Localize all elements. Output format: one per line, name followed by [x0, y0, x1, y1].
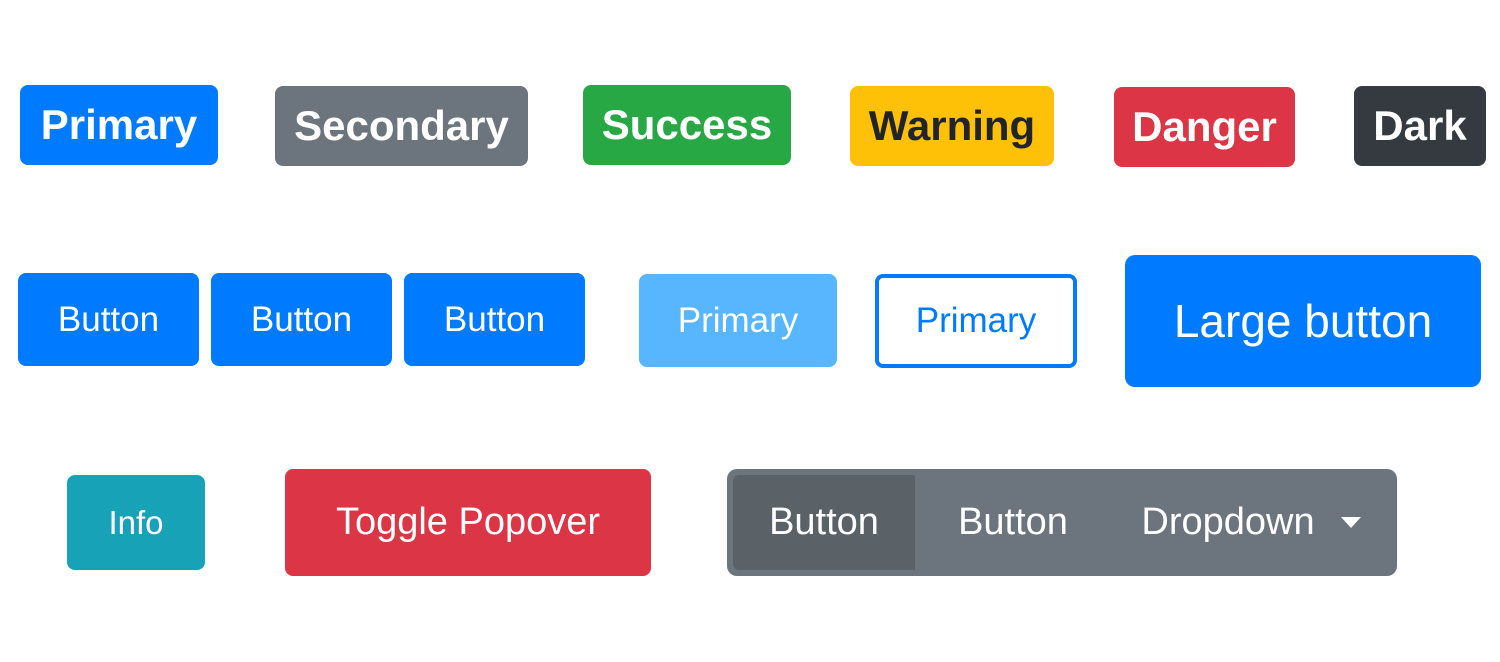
group-button-2[interactable]: Button	[915, 475, 1111, 570]
dropdown-label: Dropdown	[1141, 501, 1315, 543]
button-3[interactable]: Button	[404, 273, 585, 366]
primary-disabled-button[interactable]: Primary	[639, 274, 837, 367]
caret-down-icon	[1340, 517, 1361, 528]
large-button[interactable]: Large button	[1125, 255, 1481, 387]
success-badge-button[interactable]: Success	[583, 85, 791, 165]
button-group: Button Button Dropdown	[727, 469, 1397, 576]
dark-badge-button[interactable]: Dark	[1354, 86, 1486, 166]
group-button-1-active[interactable]: Button	[733, 475, 915, 570]
warning-badge-button[interactable]: Warning	[850, 86, 1054, 166]
danger-badge-button[interactable]: Danger	[1114, 87, 1295, 167]
primary-outline-button[interactable]: Primary	[875, 274, 1077, 368]
button-1[interactable]: Button	[18, 273, 199, 366]
secondary-badge-button[interactable]: Secondary	[275, 86, 528, 166]
info-button[interactable]: Info	[67, 475, 205, 570]
button-2[interactable]: Button	[211, 273, 392, 366]
primary-badge-button[interactable]: Primary	[20, 85, 218, 165]
group-dropdown-button[interactable]: Dropdown	[1111, 475, 1391, 570]
toggle-popover-button[interactable]: Toggle Popover	[285, 469, 651, 576]
